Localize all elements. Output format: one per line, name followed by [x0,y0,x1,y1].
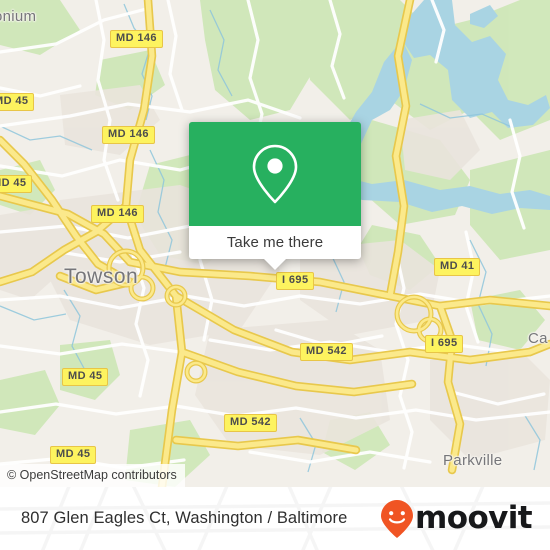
road-shield: MD 45 [62,368,109,386]
road-shield: MD 45 [0,93,35,111]
road-shield: MD 146 [110,30,163,48]
moovit-logo[interactable]: moovit [380,499,533,539]
place-label: Parkville [443,452,503,469]
place-label: onium [0,8,37,25]
popup-tail [264,259,286,270]
popup-header [189,122,361,226]
place-label: Ca [528,330,548,347]
place-label: Towson [64,265,139,288]
location-popup-card[interactable]: Take me there [189,122,361,270]
road-shield: MD 45 [0,175,33,193]
take-me-there-label: Take me there [226,234,324,251]
address-label: 807 Glen Eagles Ct, Washington / Baltimo… [21,509,348,527]
road-shield: MD 45 [50,446,97,464]
road-shield: I 695 [276,272,315,290]
moovit-smiley-pin-icon [381,499,414,538]
take-me-there-button[interactable]: Take me there [189,226,361,259]
road-shield: MD 542 [300,343,353,361]
map-screen: onium Towson Parkville Ca MD 146 MD 45 MD 146… [0,0,550,550]
bottom-bar: 807 Glen Eagles Ct, Washington / Baltimo… [0,487,550,550]
road-shield: MD 41 [434,258,481,276]
road-shield: MD 146 [91,205,144,223]
map-pin-icon [252,144,298,204]
road-shield: I 695 [425,335,464,353]
road-shield: MD 146 [102,126,155,144]
road-shield: MD 542 [224,414,277,432]
moovit-wordmark: moovit [415,500,533,536]
map-attribution[interactable]: © OpenStreetMap contributors [0,464,185,487]
